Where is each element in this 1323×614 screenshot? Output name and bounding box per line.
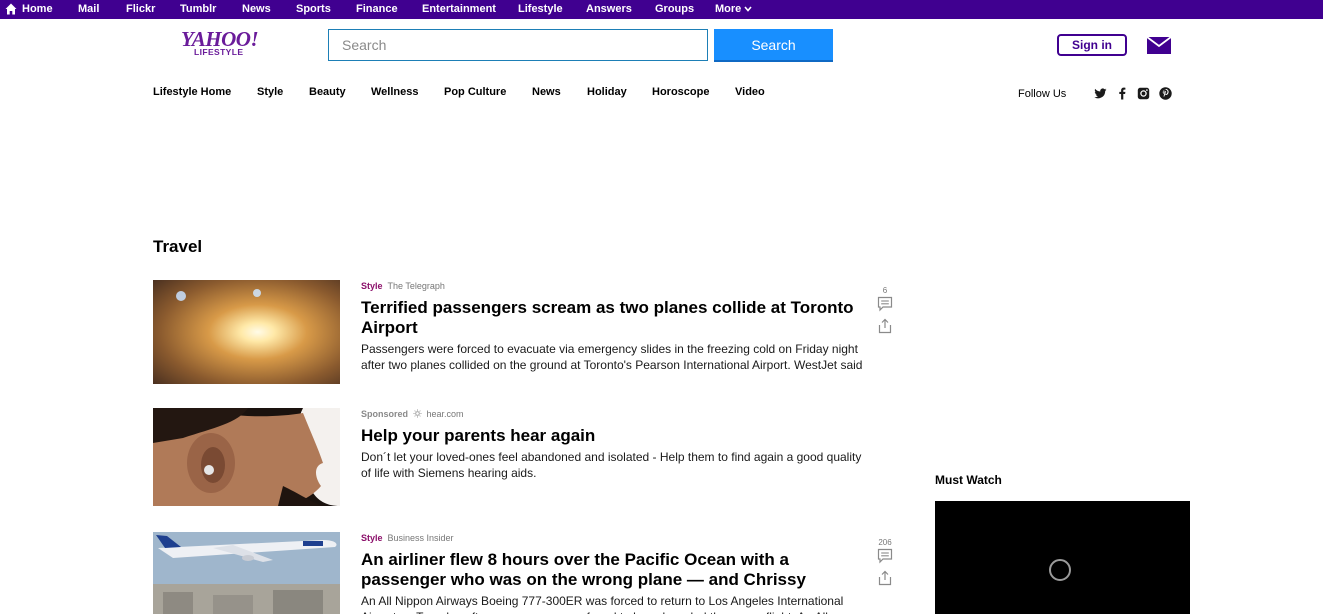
- topnav-home[interactable]: Home: [22, 0, 53, 19]
- sun-info-icon[interactable]: [412, 409, 422, 418]
- article-summary: Passengers were forced to evacuate via e…: [361, 342, 863, 372]
- nav-video[interactable]: Video: [735, 86, 765, 99]
- top-navigation-bar: Home Mail Flickr Tumblr News Sports Fina…: [0, 0, 1323, 19]
- sponsored-thumbnail[interactable]: [153, 408, 340, 506]
- loading-spinner-icon: [1049, 559, 1071, 581]
- nav-lifestyle-home[interactable]: Lifestyle Home: [153, 86, 231, 99]
- plane-collision-photo: [153, 280, 340, 384]
- article-thumbnail[interactable]: [153, 280, 340, 384]
- topnav-mail[interactable]: Mail: [78, 0, 99, 19]
- share-icon[interactable]: [877, 318, 893, 334]
- nav-holiday[interactable]: Holiday: [587, 86, 627, 99]
- source-label: Business Insider: [387, 533, 454, 543]
- article-meta: Style Business Insider: [361, 533, 454, 544]
- article-headline[interactable]: Terrified passengers scream as two plane…: [361, 298, 871, 338]
- article-thumbnail[interactable]: [153, 532, 340, 614]
- sponsored-headline[interactable]: Help your parents hear again: [361, 426, 871, 446]
- article-meta: Style The Telegraph: [361, 281, 445, 292]
- chevron-down-icon[interactable]: [744, 6, 752, 12]
- nav-style[interactable]: Style: [257, 86, 283, 99]
- must-watch-title: Must Watch: [935, 473, 1002, 487]
- airliner-photo: [153, 532, 340, 614]
- sponsor-source: hear.com: [426, 409, 464, 419]
- logo-subtitle: LIFESTYLE: [194, 47, 244, 57]
- envelope-icon[interactable]: [1147, 37, 1171, 54]
- topnav-more[interactable]: More: [715, 0, 741, 19]
- follow-us-label: Follow Us: [1018, 88, 1067, 100]
- sign-in-button[interactable]: Sign in: [1057, 34, 1127, 56]
- search-button[interactable]: Search: [714, 29, 833, 62]
- category-label[interactable]: Style: [361, 281, 383, 291]
- man-with-hearing-aid-photo: [153, 408, 340, 506]
- sponsored-meta: Sponsored hear.com: [361, 409, 464, 420]
- source-label: The Telegraph: [387, 281, 445, 291]
- nav-horoscope[interactable]: Horoscope: [652, 86, 709, 99]
- section-title: Travel: [153, 237, 203, 256]
- topnav-groups[interactable]: Groups: [655, 0, 694, 19]
- topnav-entertainment[interactable]: Entertainment: [422, 0, 496, 19]
- topnav-sports[interactable]: Sports: [296, 0, 331, 19]
- nav-wellness[interactable]: Wellness: [371, 86, 419, 99]
- topnav-answers[interactable]: Answers: [586, 0, 632, 19]
- facebook-icon[interactable]: [1116, 87, 1129, 100]
- category-label[interactable]: Style: [361, 533, 383, 543]
- sponsored-label: Sponsored: [361, 409, 409, 419]
- nav-news[interactable]: News: [532, 86, 561, 99]
- yahoo-lifestyle-logo[interactable]: YAHOO! LIFESTYLE: [181, 28, 271, 58]
- home-icon[interactable]: [5, 3, 17, 15]
- comment-icon[interactable]: [877, 548, 893, 564]
- twitter-icon[interactable]: [1094, 87, 1107, 100]
- topnav-finance[interactable]: Finance: [356, 0, 398, 19]
- nav-pop-culture[interactable]: Pop Culture: [444, 86, 506, 99]
- article-headline[interactable]: An airliner flew 8 hours over the Pacifi…: [361, 550, 871, 590]
- topnav-lifestyle[interactable]: Lifestyle: [518, 0, 563, 19]
- sponsored-summary: Don´t let your loved-ones feel abandoned…: [361, 450, 862, 480]
- article-summary: An All Nippon Airways Boeing 777-300ER w…: [361, 594, 844, 614]
- search-input[interactable]: [328, 29, 708, 61]
- comment-icon[interactable]: [877, 296, 893, 312]
- comment-count: 206: [878, 538, 892, 547]
- video-player[interactable]: [935, 501, 1190, 614]
- topnav-flickr[interactable]: Flickr: [126, 0, 155, 19]
- pinterest-icon[interactable]: [1159, 87, 1172, 100]
- nav-beauty[interactable]: Beauty: [309, 86, 346, 99]
- instagram-icon[interactable]: [1137, 87, 1150, 100]
- topnav-news[interactable]: News: [242, 0, 271, 19]
- comment-count: 6: [882, 286, 888, 295]
- topnav-tumblr[interactable]: Tumblr: [180, 0, 216, 19]
- share-icon[interactable]: [877, 570, 893, 586]
